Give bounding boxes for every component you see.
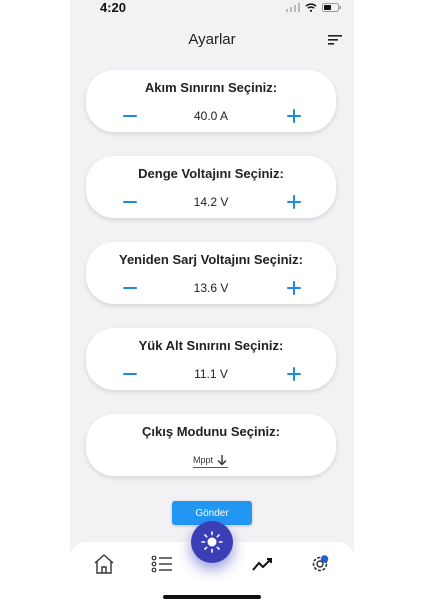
wifi-icon [305, 3, 317, 12]
float-voltage-title: Denge Voltajını Seçiniz: [138, 166, 284, 181]
home-indicator [163, 595, 261, 599]
signal-icon [286, 3, 300, 12]
output-mode-title: Çıkış Modunu Seçiniz: [142, 424, 280, 439]
arrow-down-icon [217, 455, 227, 466]
load-cutoff-card: Yük Alt Sınırını Seçiniz: 11.1 V [86, 328, 336, 390]
output-mode-card: Çıkış Modunu Seçiniz: Mppt [86, 414, 336, 476]
home-icon[interactable] [92, 552, 116, 576]
float-voltage-card: Denge Voltajını Seçiniz: 14.2 V [86, 156, 336, 218]
battery-icon [322, 3, 341, 12]
recharge-voltage-card: Yeniden Sarj Voltajını Seçiniz: 13.6 V [86, 242, 336, 304]
status-time: 4:20 [100, 0, 127, 15]
load-cutoff-increase-button[interactable] [284, 364, 304, 384]
status-bar: 4:20 [70, 0, 354, 20]
current-limit-card: Akım Sınırını Seçiniz: 40.0 A [86, 70, 336, 132]
current-limit-title: Akım Sınırını Seçiniz: [144, 80, 278, 95]
load-cutoff-title: Yük Alt Sınırını Seçiniz: [138, 338, 284, 353]
list-icon[interactable] [150, 552, 174, 576]
trend-icon[interactable] [251, 552, 275, 576]
settings-icon[interactable] [308, 552, 332, 576]
recharge-voltage-increase-button[interactable] [284, 278, 304, 298]
output-mode-selected: Mppt [193, 455, 214, 465]
status-icons [286, 3, 342, 12]
sun-fab-button[interactable] [191, 521, 233, 563]
app-screen: 4:20 Ayarlar Akım Sınırını Seçiniz: 40.0… [70, 0, 354, 600]
sun-icon [201, 531, 223, 553]
current-limit-increase-button[interactable] [284, 106, 304, 126]
sort-icon[interactable] [328, 34, 342, 46]
recharge-voltage-title: Yeniden Sarj Voltajını Seçiniz: [119, 252, 303, 267]
float-voltage-increase-button[interactable] [284, 192, 304, 212]
output-mode-dropdown[interactable]: Mppt [193, 454, 229, 468]
page-title: Ayarlar [188, 31, 236, 48]
